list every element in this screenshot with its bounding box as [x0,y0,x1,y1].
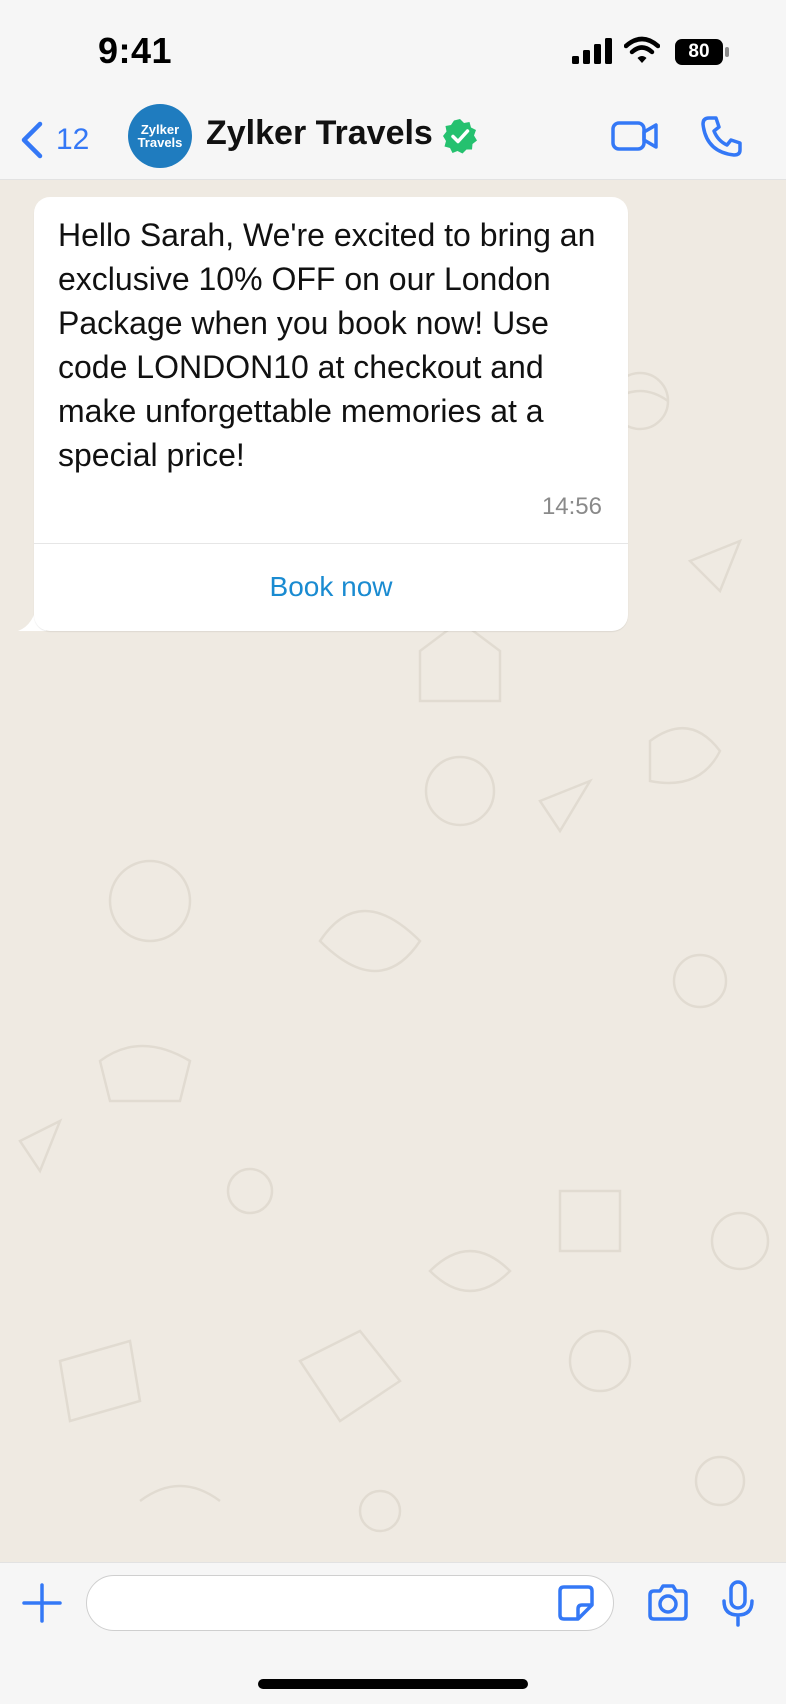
message-input[interactable] [86,1575,614,1631]
chevron-left-icon [21,121,43,159]
battery-level: 80 [688,41,710,62]
camera-icon[interactable] [646,1581,690,1625]
battery-indicator: 80 [674,38,730,66]
contact-name[interactable]: Zylker Travels [206,114,433,153]
composer-bar [0,1562,786,1704]
cellular-signal-icon [572,38,612,64]
unread-count: 12 [56,123,90,156]
plus-icon[interactable] [22,1577,62,1629]
home-indicator [258,1679,528,1689]
book-now-button[interactable]: Book now [34,544,628,630]
back-button[interactable]: 12 [18,116,89,164]
chat-area[interactable]: Hello Sarah, We're excited to bring an e… [0,181,786,1562]
avatar[interactable]: Zylker Travels [128,104,192,168]
message-bubble: Hello Sarah, We're excited to bring an e… [34,197,628,631]
microphone-icon[interactable] [718,1579,758,1627]
status-time: 9:41 [98,30,173,71]
wifi-icon [624,36,660,63]
phone-call-icon[interactable] [700,114,744,158]
status-bar: 9:41 80 [0,0,786,100]
avatar-logo-line2: Travels [137,135,183,150]
sticker-icon[interactable] [556,1583,596,1623]
message-timestamp: 14:56 [541,493,602,520]
verified-badge-icon [443,119,477,154]
chat-header: 12 Zylker Travels Zylker Travels [0,100,786,180]
message-text: Hello Sarah, We're excited to bring an e… [58,217,596,473]
video-call-icon[interactable] [610,116,660,156]
